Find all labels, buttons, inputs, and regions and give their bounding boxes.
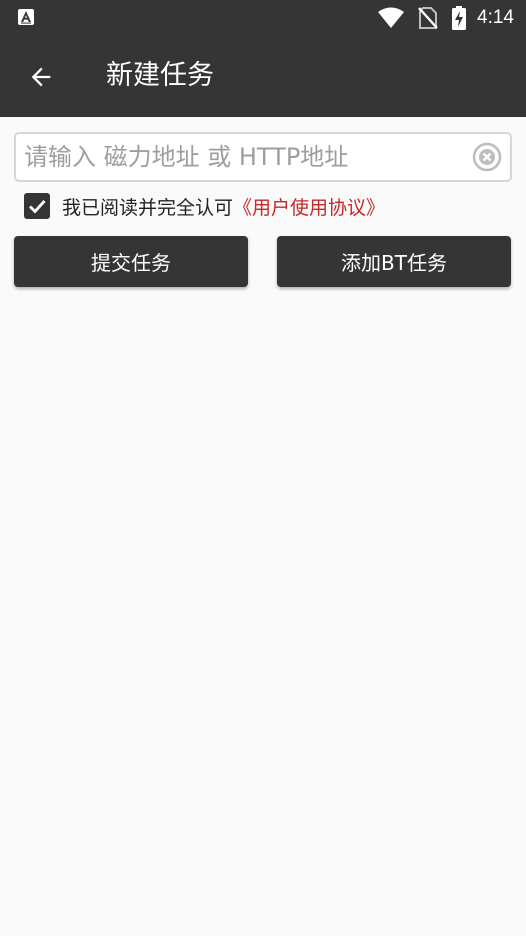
back-button[interactable] [18,54,64,100]
app-notification-icon [18,9,34,25]
battery-charging-icon [452,6,467,30]
wifi-icon [378,7,405,28]
agreement-text: 我已阅读并完全认可 [62,196,234,219]
back-arrow-icon [31,67,51,87]
agreement-checkbox[interactable] [24,193,50,219]
url-input[interactable] [24,134,464,180]
agreement-row: 我已阅读并完全认可 《用户使用协议》 [24,192,385,220]
user-agreement-link[interactable]: 《用户使用协议》 [233,193,385,220]
app-bar: 新建任务 [0,36,526,117]
no-sim-icon [418,7,438,29]
status-bar: 4:14 [0,0,526,36]
status-time: 4:14 [477,7,514,28]
status-icons: 4:14 [377,6,514,30]
checkmark-icon [29,200,46,214]
submit-task-button[interactable]: 提交任务 [14,236,248,287]
clear-button[interactable] [472,142,502,172]
clear-circle-icon [472,142,502,172]
add-bt-task-button[interactable]: 添加BT任务 [277,236,511,287]
page-title: 新建任务 [106,60,214,91]
url-field [14,132,512,182]
